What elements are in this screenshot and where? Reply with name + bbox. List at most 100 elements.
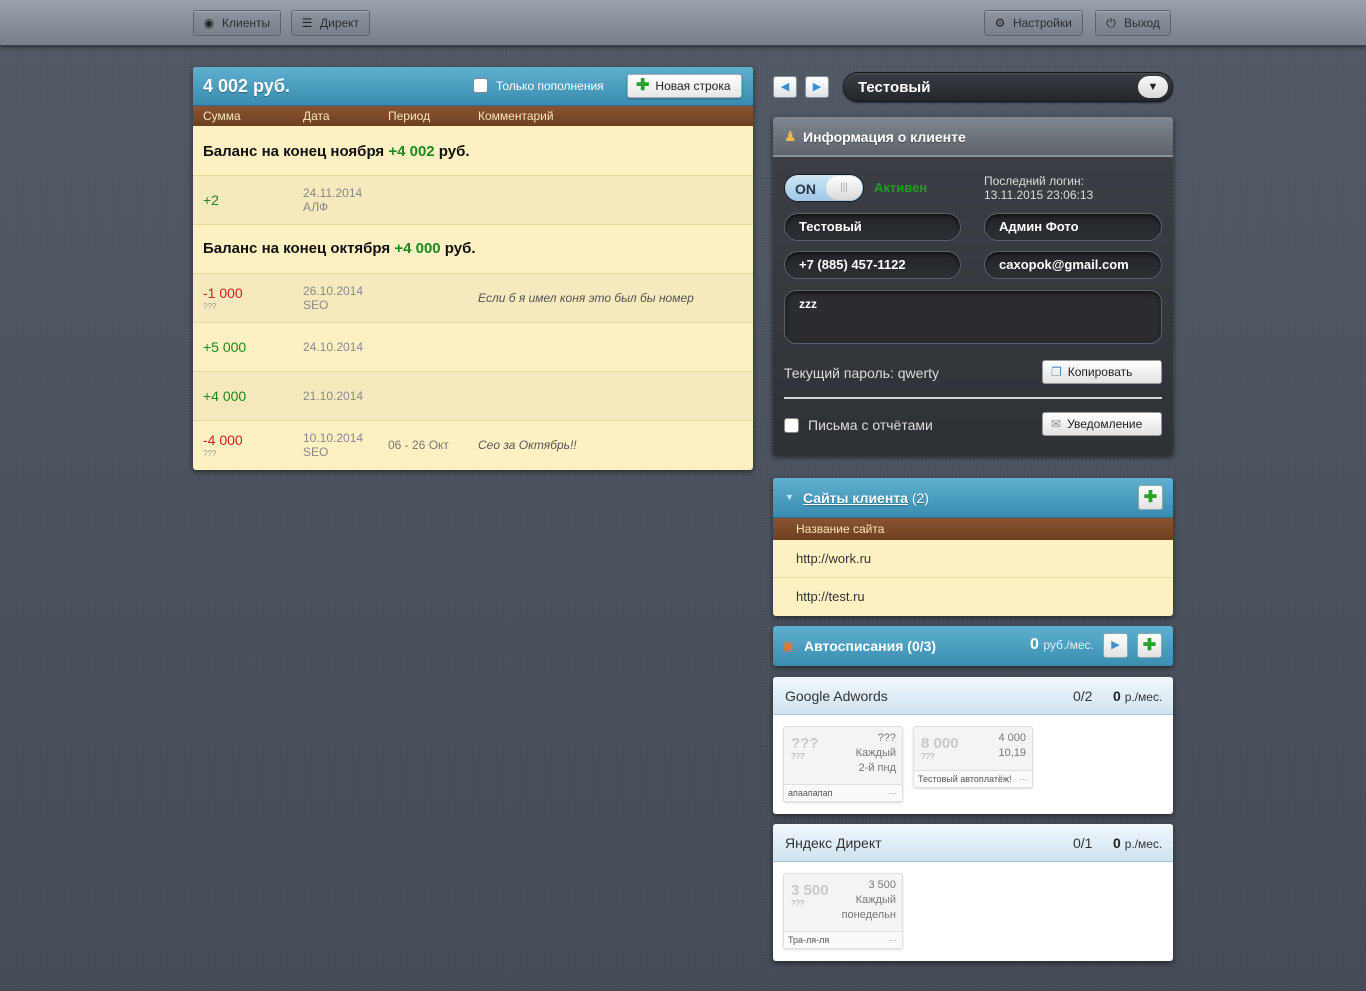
column-site-name: Название сайта [796, 522, 885, 536]
row-date: 24.11.2014 АЛФ [303, 186, 363, 214]
sites-title[interactable]: Сайты клиента (2) [803, 490, 929, 506]
add-site-button[interactable]: ✚ [1138, 485, 1163, 510]
reports-checkbox[interactable] [784, 417, 799, 433]
more-icon[interactable]: ... [889, 786, 897, 796]
prev-client-button[interactable]: ◀ [773, 76, 797, 98]
reports-option[interactable]: Письма с отчётами [784, 417, 933, 433]
clients-label: Клиенты [222, 16, 271, 30]
service-header: Google Adwords 0/2 0 р./мес. [773, 677, 1173, 715]
clients-button[interactable]: ◉ Клиенты [193, 10, 282, 36]
row-date: 21.10.2014 [303, 389, 364, 403]
notify-label: Уведомление [1067, 417, 1143, 431]
service-name: Google Adwords [785, 688, 888, 704]
email-field[interactable]: caxopok@gmail.com [984, 251, 1162, 279]
copy-button[interactable]: ❐ Копировать [1042, 360, 1162, 384]
autopay-card[interactable]: ??? ??? ??? Каждый 2-й пнд апаапапап ... [783, 726, 903, 802]
row-comment: Если б я имел коня это был бы номер [478, 291, 694, 305]
new-row-button[interactable]: ✚ Новая строка [627, 74, 742, 98]
more-icon[interactable]: ... [1019, 772, 1027, 782]
divider [784, 397, 1162, 399]
column-comment: Комментарий [478, 109, 554, 123]
row-comment: Сео за Октябрь!! [478, 438, 577, 452]
current-password: Текущий пароль: qwerty [784, 365, 939, 381]
balance-total: 4 002 руб. [203, 76, 290, 96]
autopay-sum: 0 руб./мес. [1030, 636, 1094, 653]
table-row[interactable]: +4 000 21.10.2014 [193, 372, 753, 421]
last-login-label: Последний логин: [984, 174, 1084, 188]
card-amount: 3 500 [791, 882, 829, 899]
row-amount: -1 000 [203, 285, 243, 301]
service-count: 0/1 [1073, 835, 1093, 851]
card-sub: ??? [791, 752, 805, 761]
notify-button[interactable]: ✉ Уведомление [1042, 412, 1162, 436]
phone-field[interactable]: +7 (885) 457-1122 [784, 251, 961, 279]
card-footer: апаапапап ... [784, 784, 902, 801]
service-header: Яндекс Директ 0/1 0 р./мес. [773, 824, 1173, 862]
chevron-down-icon[interactable]: ▼ [1138, 76, 1168, 98]
autopay-header: ▣ Автосписания (0/3) 0 руб./мес. ▶ ✚ [773, 626, 1173, 666]
only-deposits-label: Только пополнения [496, 78, 604, 93]
client-info-panel: ♟ Информация о клиенте ON ||| Активен По… [773, 117, 1173, 455]
client-select[interactable]: Тестовый ▼ [843, 72, 1173, 102]
card-schedule: 3 500 Каждый понедельн [841, 879, 896, 921]
settings-button[interactable]: ⚙ Настройки [984, 10, 1083, 36]
active-toggle[interactable]: ON ||| [784, 174, 864, 202]
note-field[interactable]: zzz [784, 290, 1162, 344]
table-row[interactable]: -1 000 ??? 26.10.2014 SEO Если б я имел к… [193, 274, 753, 323]
list-item[interactable]: http://work.ru [773, 540, 1173, 578]
wallet-icon: ▣ [783, 638, 796, 653]
reports-label: Письма с отчётами [808, 417, 933, 433]
row-amount: +2 [203, 192, 219, 208]
card-sub: ??? [791, 899, 805, 908]
row-sub: ??? [203, 449, 217, 458]
toggle-knob[interactable]: ||| [826, 176, 862, 200]
column-amount: Сумма [203, 109, 241, 123]
balance-october-row: Баланс на конец октября +4 000 руб. [193, 225, 753, 274]
card-sub: ??? [921, 752, 935, 761]
direct-button[interactable]: ☰ Директ [291, 10, 371, 36]
client-sites-panel: ▼ Сайты клиента (2) ✚ Название сайта htt… [773, 478, 1173, 616]
card-amount: 8 000 [921, 735, 959, 752]
service-sum: 0 р./мес. [1113, 835, 1163, 851]
collapse-icon[interactable]: ▼ [785, 492, 794, 502]
logout-button[interactable]: ⏻ Выход [1095, 10, 1171, 36]
new-row-label: Новая строка [655, 79, 731, 93]
column-date: Дата [303, 109, 330, 123]
only-deposits-checkbox[interactable] [473, 78, 488, 93]
row-amount: -4 000 [203, 432, 243, 448]
row-period: 06 - 26 Окт [388, 438, 449, 452]
autopay-card[interactable]: 8 000 ??? 4 000 10,19 Тестовый автоплатё… [913, 726, 1033, 788]
next-client-button[interactable]: ▶ [805, 76, 829, 98]
autopay-next-button[interactable]: ▶ [1103, 633, 1128, 658]
autopay-title: Автосписания (0/3) [804, 638, 937, 654]
row-sub: ??? [203, 302, 217, 311]
top-navigation-bar: ◉ Клиенты ☰ Директ ⚙ Настройки ⏻ Выход [0, 0, 1366, 46]
balance-november: Баланс на конец ноября +4 002 руб. [203, 143, 470, 160]
client-select-value: Тестовый [858, 79, 931, 96]
row-date: 26.10.2014 SEO [303, 284, 364, 312]
client-name-field[interactable]: Тестовый [784, 213, 961, 241]
row-date: 10.10.2014 SEO [303, 431, 364, 459]
card-footer: Тра-ля-ля ... [784, 931, 902, 948]
table-row[interactable]: -4 000 ??? 10.10.2014 SEO 06 - 26 Окт Сео… [193, 421, 753, 469]
sites-columns: Название сайта [773, 518, 1173, 540]
service-sum: 0 р./мес. [1113, 688, 1163, 704]
client-info-header: ♟ Информация о клиенте [773, 117, 1173, 157]
only-deposits-filter[interactable]: Только пополнения [473, 78, 604, 93]
add-autopay-button[interactable]: ✚ [1137, 633, 1162, 658]
triangle-right-icon: ▶ [812, 81, 822, 93]
sites-header: ▼ Сайты клиента (2) ✚ [773, 478, 1173, 518]
balance-october: Баланс на конец октября +4 000 руб. [203, 240, 476, 257]
row-amount: +4 000 [203, 388, 247, 404]
card-schedule: ??? Каждый 2-й пнд [855, 732, 896, 774]
autopay-card[interactable]: 3 500 ??? 3 500 Каждый понедельн Тра-ля-… [783, 873, 903, 949]
list-item[interactable]: http://test.ru [773, 578, 1173, 616]
settings-label: Настройки [1013, 16, 1072, 30]
table-row[interactable]: +2 24.11.2014 АЛФ [193, 176, 753, 225]
row-date: 24.10.2014 [303, 340, 364, 354]
more-icon[interactable]: ... [889, 933, 897, 943]
table-row[interactable]: +5 000 24.10.2014 [193, 323, 753, 372]
user-icon: ♟ [784, 128, 797, 144]
manager-field[interactable]: Админ Фото [984, 213, 1162, 241]
card-amount: ??? [791, 735, 819, 752]
